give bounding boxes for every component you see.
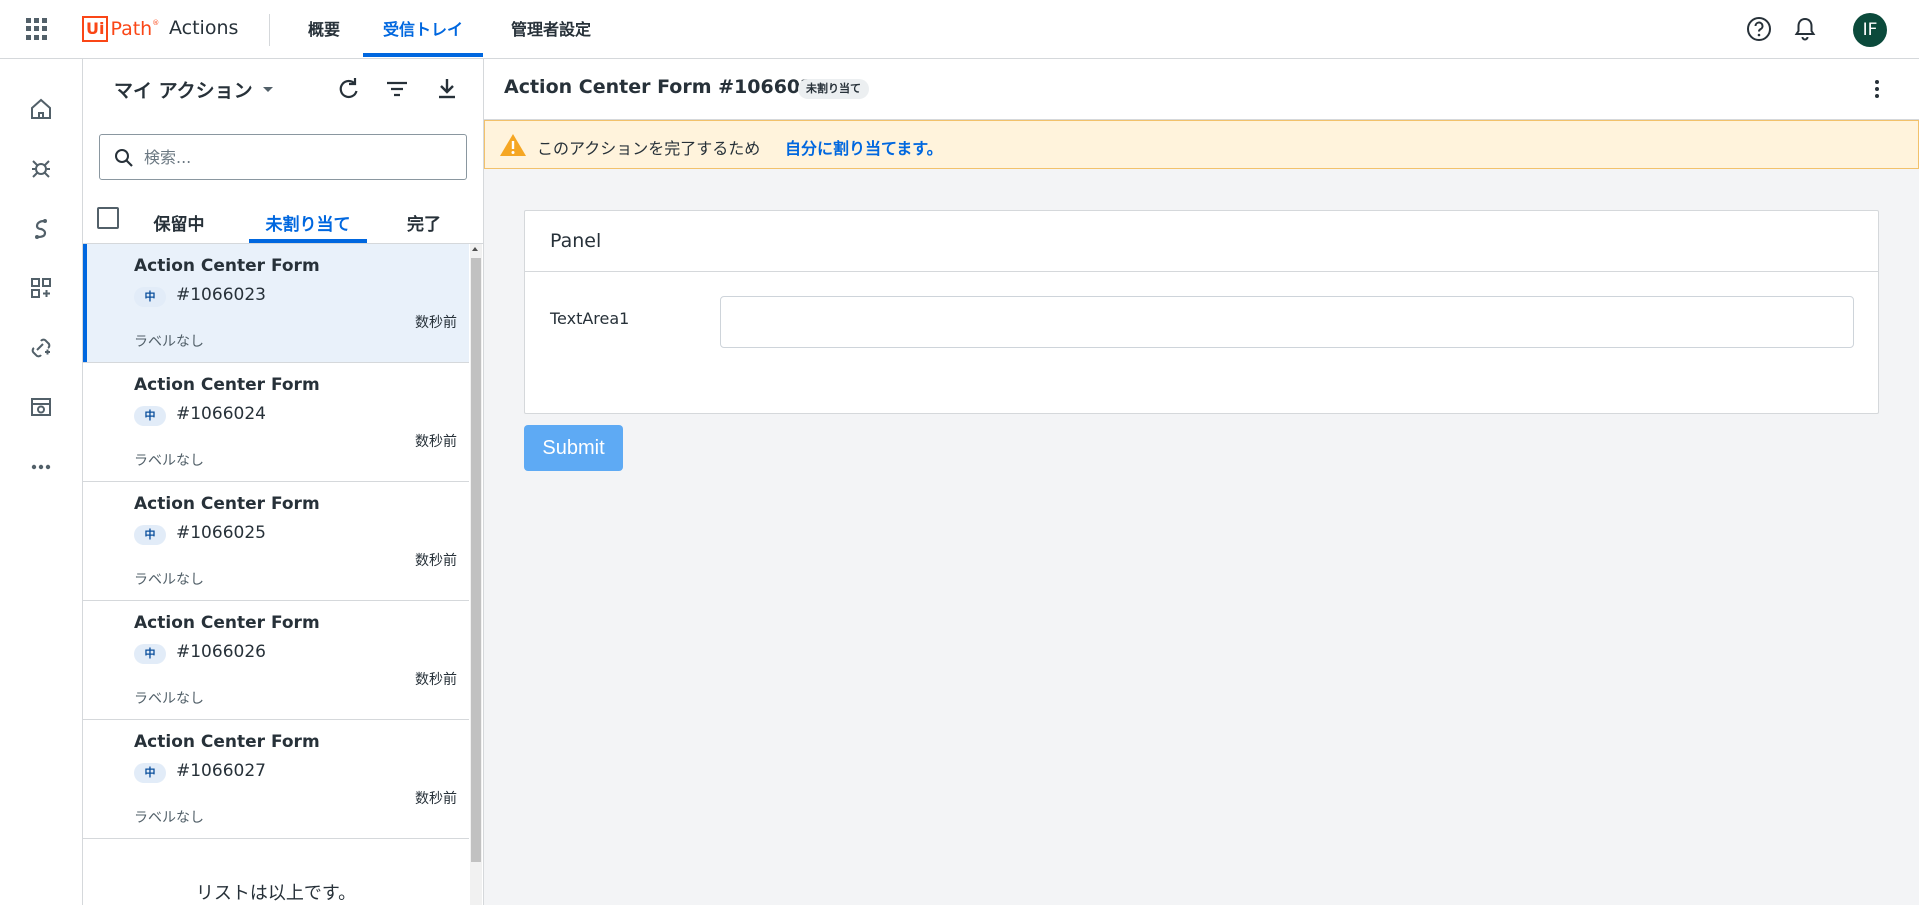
refresh-icon[interactable]: [334, 75, 362, 103]
my-actions-dropdown[interactable]: マイ アクション: [114, 76, 273, 103]
item-time: 数秒前: [415, 791, 457, 807]
home-icon[interactable]: [26, 94, 56, 124]
item-label: ラベルなし: [134, 691, 204, 707]
list-title: マイ アクション: [114, 80, 253, 102]
textarea-label: TextArea1: [550, 309, 630, 328]
list-item[interactable]: Action Center Form 中 #1066023 数秒前 ラベルなし: [83, 244, 469, 363]
integration-icon[interactable]: [26, 214, 56, 244]
item-time: 数秒前: [415, 553, 457, 569]
logo-ui: Ui: [82, 16, 109, 42]
scrollbar-thumb[interactable]: [471, 258, 481, 862]
warning-icon: [499, 132, 527, 158]
list-item[interactable]: Action Center Form 中 #1066024 数秒前 ラベルなし: [83, 363, 469, 482]
search-icon: [114, 148, 134, 168]
list-item[interactable]: Action Center Form 中 #1066026 数秒前 ラベルなし: [83, 601, 469, 720]
app-launcher-icon[interactable]: [26, 18, 48, 40]
submit-button[interactable]: Submit: [524, 425, 623, 471]
search-input[interactable]: [144, 145, 444, 169]
tab-inbox[interactable]: 受信トレイ: [363, 0, 484, 57]
textarea1-field[interactable]: [720, 296, 1854, 348]
apps-add-icon[interactable]: [26, 273, 56, 303]
more-vertical-icon[interactable]: [1865, 77, 1889, 101]
chevron-down-icon: [262, 87, 273, 92]
list-end-text: リストは以上です。: [195, 883, 357, 904]
item-label: ラベルなし: [134, 334, 204, 350]
top-bar: Ui Path ® Actions 概要 受信トレイ 管理者設定 IF: [0, 0, 1919, 59]
item-id: #1066025: [176, 523, 266, 543]
alert-text: このアクションを完了するため: [537, 139, 761, 158]
item-time: 数秒前: [415, 672, 457, 688]
item-label: ラベルなし: [134, 572, 204, 588]
download-icon[interactable]: [433, 75, 461, 103]
action-list: Action Center Form 中 #1066023 数秒前 ラベルなし …: [83, 244, 469, 839]
uipath-logo[interactable]: Ui Path ®: [82, 15, 159, 43]
panel-title: Panel: [550, 230, 602, 252]
tab-overview[interactable]: 概要: [308, 0, 340, 57]
more-icon[interactable]: [26, 452, 56, 482]
subtab-completed[interactable]: 完了: [389, 205, 459, 243]
action-list-pane: マイ アクション 保留中 未割り当て 完了 Action Center Form…: [83, 59, 484, 905]
priority-badge: 中: [134, 406, 166, 426]
item-time: 数秒前: [415, 315, 457, 331]
priority-badge: 中: [134, 525, 166, 545]
tab-admin-settings[interactable]: 管理者設定: [511, 0, 591, 57]
list-item[interactable]: Action Center Form 中 #1066025 数秒前 ラベルなし: [83, 482, 469, 601]
connections-icon[interactable]: [26, 333, 56, 363]
priority-badge: 中: [134, 287, 166, 307]
logo-path: Path: [110, 18, 153, 40]
automation-hub-icon[interactable]: [26, 154, 56, 184]
item-title: Action Center Form: [134, 613, 320, 633]
item-id: #1066027: [176, 761, 266, 781]
status-badge: 未割り当て: [798, 79, 869, 99]
item-title: Action Center Form: [134, 375, 320, 395]
assign-alert: このアクションを完了するため 自分に割り当てます。: [484, 120, 1919, 169]
bell-icon[interactable]: [1792, 16, 1818, 42]
left-rail: [0, 59, 83, 905]
filter-icon[interactable]: [383, 75, 411, 103]
assign-to-me-link[interactable]: 自分に割り当てます。: [785, 135, 943, 159]
app-name: Actions: [169, 17, 239, 39]
divider: [269, 14, 270, 46]
priority-badge: 中: [134, 763, 166, 783]
subtab-pending[interactable]: 保留中: [139, 205, 219, 243]
priority-badge: 中: [134, 644, 166, 664]
list-item[interactable]: Action Center Form 中 #1066027 数秒前 ラベルなし: [83, 720, 469, 839]
item-id: #1066024: [176, 404, 266, 424]
detail-header: Action Center Form #1066023 未割り当て: [484, 59, 1919, 120]
select-all-checkbox[interactable]: [97, 207, 119, 229]
marketplace-icon[interactable]: [26, 392, 56, 422]
item-id: #1066023: [176, 285, 266, 305]
search-box: [99, 134, 467, 180]
help-circle-icon[interactable]: [1746, 16, 1772, 42]
item-title: Action Center Form: [134, 732, 320, 752]
form-panel: Panel TextArea1: [524, 210, 1879, 414]
item-label: ラベルなし: [134, 810, 204, 826]
item-title: Action Center Form: [134, 494, 320, 514]
item-label: ラベルなし: [134, 453, 204, 469]
scroll-up-arrow-icon[interactable]: [472, 247, 478, 251]
page-title: Action Center Form #1066023: [504, 76, 827, 98]
panel-header: Panel: [525, 211, 1878, 272]
item-id: #1066026: [176, 642, 266, 662]
item-time: 数秒前: [415, 434, 457, 450]
logo-registered-mark: ®: [152, 19, 160, 27]
subtab-unassigned[interactable]: 未割り当て: [249, 205, 367, 243]
avatar[interactable]: IF: [1853, 13, 1887, 47]
item-title: Action Center Form: [134, 256, 320, 276]
